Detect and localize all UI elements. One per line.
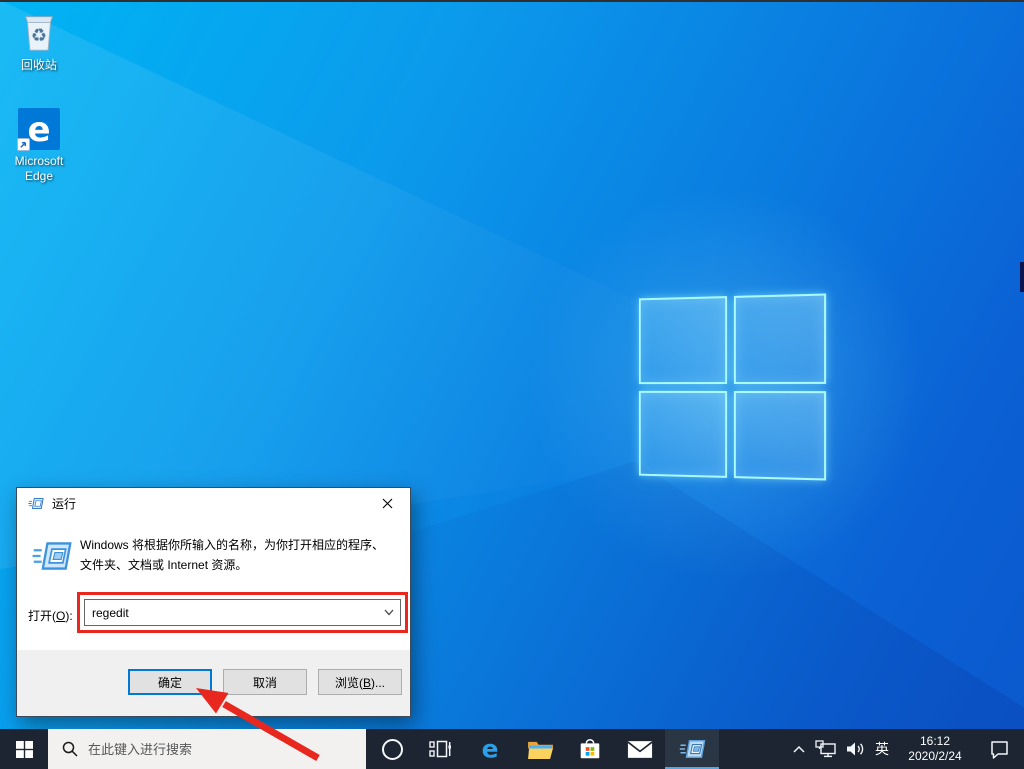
desktop-icon-microsoft-edge[interactable]: e Microsoft Edge	[3, 104, 75, 184]
system-tray: 英 16:12 2020/2/24	[792, 729, 1024, 769]
recycle-bin-icon: ♻	[3, 8, 75, 54]
start-button[interactable]	[0, 729, 48, 769]
run-dialog-titlebar[interactable]: 运行	[17, 488, 410, 518]
taskbar: e	[0, 729, 1024, 769]
cortana-icon	[382, 739, 403, 760]
taskbar-search-box[interactable]	[48, 729, 366, 769]
action-center-button[interactable]	[989, 740, 1010, 759]
taskbar-task-view-button[interactable]	[417, 729, 463, 769]
windows-start-icon	[16, 741, 33, 758]
search-icon	[62, 741, 78, 757]
taskbar-cortana-button[interactable]	[369, 729, 415, 769]
logo-pane	[639, 390, 727, 478]
network-ethernet-icon	[815, 740, 837, 758]
cancel-button[interactable]: 取消	[223, 669, 307, 695]
taskbar-run-app-button[interactable]	[665, 729, 719, 769]
taskbar-edge-button[interactable]: e	[467, 729, 513, 769]
right-edge-window-sliver	[1020, 262, 1024, 292]
chevron-up-icon	[792, 744, 806, 754]
tray-clock[interactable]: 16:12 2020/2/24	[898, 734, 972, 764]
logo-pane	[639, 296, 727, 384]
volume-icon	[846, 741, 866, 757]
microsoft-store-icon	[577, 736, 603, 762]
search-input[interactable]	[88, 742, 338, 757]
open-label: 打开(O):	[28, 607, 73, 624]
tray-ime-indicator[interactable]: 英	[875, 739, 889, 759]
tray-volume-button[interactable]	[846, 741, 866, 757]
file-explorer-icon	[527, 738, 554, 760]
run-icon	[30, 540, 74, 572]
run-dialog-body: Windows 将根据你所输入的名称，为你打开相应的程序、 文件夹、文档或 In…	[17, 518, 410, 652]
desktop-icon-label: 回收站	[3, 58, 75, 73]
taskbar-file-explorer-button[interactable]	[517, 729, 563, 769]
tray-date: 2020/2/24	[898, 749, 972, 764]
close-icon	[382, 498, 393, 509]
taskbar-mail-button[interactable]	[617, 729, 663, 769]
tray-time: 16:12	[898, 734, 972, 749]
chevron-down-icon[interactable]	[378, 609, 400, 616]
svg-text:e: e	[27, 111, 50, 147]
run-icon	[28, 497, 44, 510]
ok-button[interactable]: 确定	[128, 669, 212, 695]
run-command-combobox[interactable]	[84, 599, 401, 626]
run-dialog: 运行 Windows 将根据你所输入的名称，为你打开相应的程序、 文件夹、文档或…	[16, 487, 411, 717]
desktop-screen: ♻ 回收站 e Microsoft Edge	[0, 0, 1024, 769]
dialog-description: Windows 将根据你所输入的名称，为你打开相应的程序、 文件夹、文档或 In…	[80, 535, 384, 575]
run-dialog-footer: 确定 取消 浏览(B)...	[17, 650, 410, 716]
task-view-icon	[428, 737, 452, 761]
logo-pane	[733, 293, 826, 383]
svg-text:♻: ♻	[31, 26, 47, 46]
tray-network-button[interactable]	[815, 740, 837, 758]
edge-icon: e	[18, 108, 60, 150]
run-icon	[679, 738, 706, 760]
run-command-input[interactable]	[85, 600, 378, 625]
shortcut-arrow-icon	[17, 138, 30, 151]
logo-pane	[733, 391, 826, 481]
top-edge-window-sliver	[0, 0, 1024, 2]
browse-button[interactable]: 浏览(B)...	[318, 669, 402, 695]
dialog-title: 运行	[52, 495, 76, 512]
windows-logo	[639, 293, 826, 480]
mail-icon	[627, 739, 653, 760]
edge-icon: e	[476, 735, 504, 763]
taskbar-store-button[interactable]	[567, 729, 613, 769]
notification-icon	[989, 740, 1010, 759]
tray-expand-button[interactable]	[792, 744, 806, 754]
svg-text:e: e	[482, 735, 499, 763]
desktop-icon-label: Microsoft Edge	[3, 154, 75, 184]
close-button[interactable]	[364, 488, 410, 518]
desktop-icon-recycle-bin[interactable]: ♻ 回收站	[3, 8, 75, 73]
